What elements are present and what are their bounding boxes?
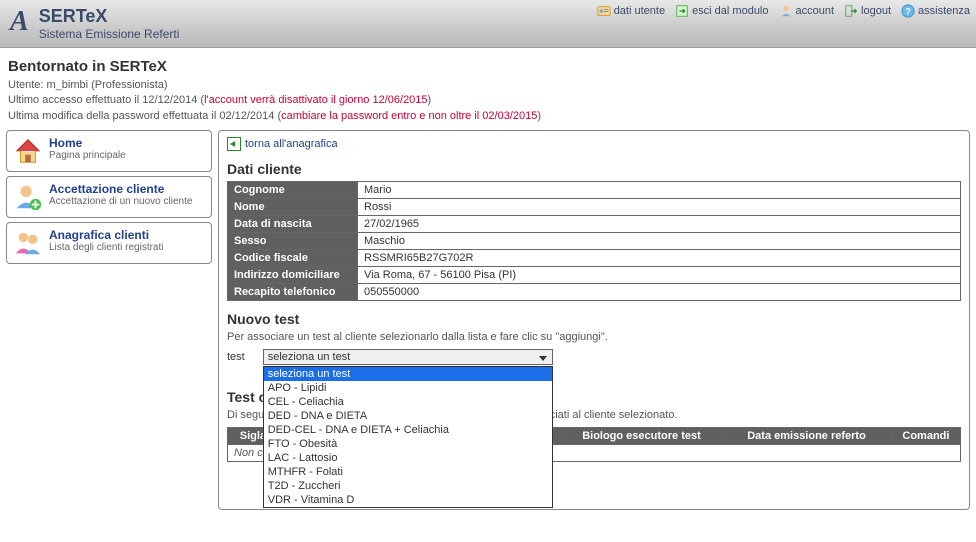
label-cognome: Cognome <box>228 182 358 199</box>
back-label: torna all'anagrafica <box>245 138 338 150</box>
home-icon <box>13 136 43 166</box>
label-cf: Codice fiscale <box>228 250 358 267</box>
back-arrow-icon <box>227 137 241 151</box>
logo-icon: A <box>10 6 29 38</box>
test-select-label: test <box>227 349 245 363</box>
nav-logout[interactable]: logout <box>844 4 891 18</box>
top-nav: dati utente esci dal modulo account logo… <box>597 4 970 18</box>
account-expiry-warning: l'account verrà disattivato il giorno 12… <box>204 94 427 106</box>
nav-label: dati utente <box>614 5 665 17</box>
sidebar: Home Pagina principale Accettazione clie… <box>6 130 212 510</box>
main-panel: torna all'anagrafica Dati cliente Cognom… <box>218 130 970 510</box>
label-nome: Nome <box>228 199 358 216</box>
password-expiry-warning: cambiare la password entro e non oltre i… <box>281 110 537 122</box>
sidebar-item-sub: Pagina principale <box>49 150 126 161</box>
app-subtitle: Sistema Emissione Referti <box>39 27 180 41</box>
newtest-instructions: Per associare un test al cliente selezio… <box>227 331 961 343</box>
nav-assistenza[interactable]: ? assistenza <box>901 4 970 18</box>
value-nascita: 27/02/1965 <box>358 216 961 233</box>
value-nome: Rossi <box>358 199 961 216</box>
user-line: Utente: m_bimbi (Professionista) <box>8 78 968 93</box>
nav-label: assistenza <box>918 5 970 17</box>
welcome-block: Bentornato in SERTeX Utente: m_bimbi (Pr… <box>0 48 976 130</box>
account-icon <box>779 4 793 18</box>
select-option[interactable]: DED-CEL - DNA e DIETA + Celiachia <box>264 423 552 437</box>
select-option[interactable]: FTO - Obesità <box>264 437 552 451</box>
value-cf: RSSMRI65B27G702R <box>358 250 961 267</box>
sidebar-item-label: Home <box>49 136 126 150</box>
nav-label: esci dal modulo <box>692 5 768 17</box>
nav-esci-modulo[interactable]: esci dal modulo <box>675 4 768 18</box>
select-option[interactable]: DED - DNA e DIETA <box>264 409 552 423</box>
select-option[interactable]: MTHFR - Folati <box>264 465 552 479</box>
value-indirizzo: Via Roma, 67 - 56100 Pisa (PI) <box>358 267 961 284</box>
value-sesso: Maschio <box>358 233 961 250</box>
sidebar-item-home[interactable]: Home Pagina principale <box>6 130 212 172</box>
select-option[interactable]: VDR - Vitamina D <box>264 493 552 507</box>
col-biologo: Biologo esecutore test <box>561 428 721 445</box>
label-indirizzo: Indirizzo domiciliare <box>228 267 358 284</box>
svg-text:?: ? <box>905 7 910 17</box>
select-option[interactable]: CEL - Celiachia <box>264 395 552 409</box>
select-option[interactable]: LAC - Lattosio <box>264 451 552 465</box>
section-title-newtest: Nuovo test <box>227 311 961 327</box>
nav-dati-utente[interactable]: dati utente <box>597 4 665 18</box>
value-cognome: Mario <box>358 182 961 199</box>
label-nascita: Data di nascita <box>228 216 358 233</box>
label-sesso: Sesso <box>228 233 358 250</box>
app-header: A SERTeX Sistema Emissione Referti dati … <box>0 0 976 48</box>
test-select[interactable]: seleziona un test <box>263 349 553 365</box>
label-telefono: Recapito telefonico <box>228 284 358 301</box>
last-access-line: Ultimo accesso effettuato il 12/12/2014 … <box>8 93 968 108</box>
sidebar-item-label: Anagrafica clienti <box>49 228 164 242</box>
sidebar-item-sub: Lista degli clienti registrati <box>49 242 164 253</box>
value-telefono: 050550000 <box>358 284 961 301</box>
clients-list-icon <box>13 228 43 258</box>
welcome-title: Bentornato in SERTeX <box>8 58 968 75</box>
pwd-line: Ultima modifica della password effettuat… <box>8 109 968 124</box>
client-data-table: CognomeMario NomeRossi Data di nascita27… <box>227 181 961 301</box>
sidebar-item-label: Accettazione cliente <box>49 182 192 196</box>
nav-label: account <box>796 5 835 17</box>
app-title: SERTeX <box>39 6 180 27</box>
test-select-dropdown[interactable]: seleziona un test APO - Lipidi CEL - Cel… <box>263 366 553 508</box>
select-option[interactable]: T2D - Zuccheri <box>264 479 552 493</box>
help-icon: ? <box>901 4 915 18</box>
logout-icon <box>844 4 858 18</box>
sidebar-item-sub: Accettazione di un nuovo cliente <box>49 196 192 207</box>
sidebar-item-anagrafica[interactable]: Anagrafica clienti Lista degli clienti r… <box>6 222 212 264</box>
select-option[interactable]: APO - Lipidi <box>264 381 552 395</box>
add-client-icon <box>13 182 43 212</box>
user-card-icon <box>597 4 611 18</box>
exit-module-icon <box>675 4 689 18</box>
section-title-client: Dati cliente <box>227 161 961 177</box>
back-link[interactable]: torna all'anagrafica <box>227 137 338 151</box>
col-comandi: Comandi <box>891 428 960 445</box>
select-option[interactable]: seleziona un test <box>264 367 552 381</box>
nav-label: logout <box>861 5 891 17</box>
col-data: Data emissione referto <box>722 428 892 445</box>
sidebar-item-accettazione[interactable]: Accettazione cliente Accettazione di un … <box>6 176 212 218</box>
nav-account[interactable]: account <box>779 4 835 18</box>
